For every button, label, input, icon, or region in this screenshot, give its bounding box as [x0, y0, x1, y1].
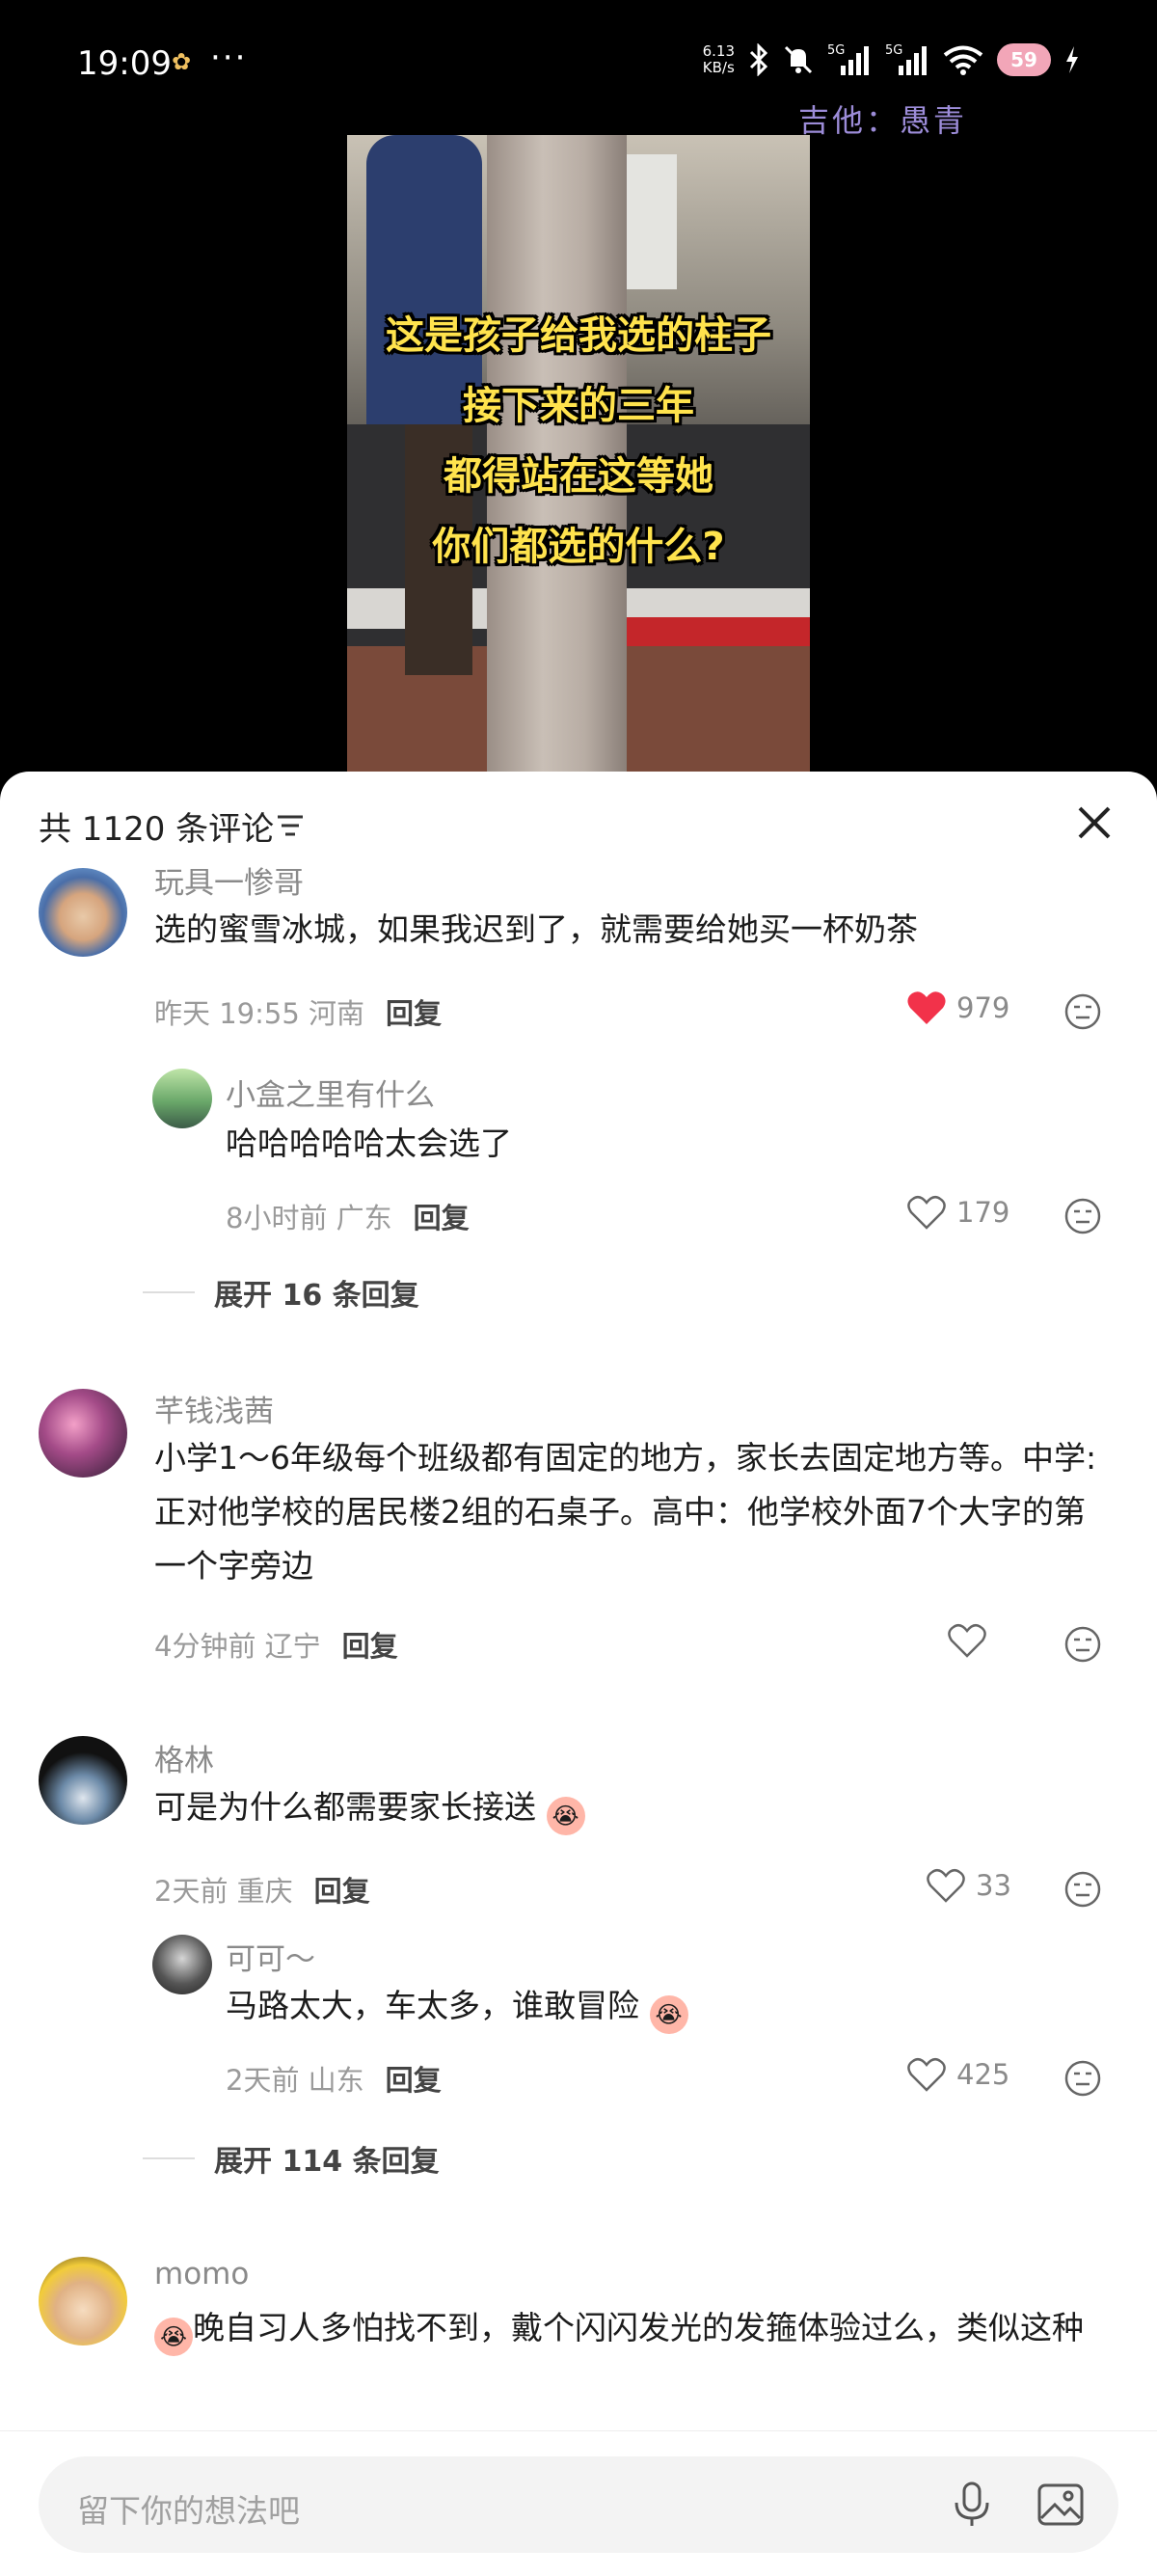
avatar[interactable]	[39, 1736, 127, 1825]
comment-username[interactable]: 芊钱浅茜	[154, 1387, 274, 1430]
reply-time-location: 8小时前 广东	[226, 1202, 392, 1234]
comment-text: 小学1～6年级每个班级都有固定的地方，家长去固定地方等。中学: 正对他学校的居民…	[154, 1439, 1097, 1585]
like-count: 425	[956, 2058, 1010, 2091]
comment-input-bar: 留下你的想法吧	[0, 2430, 1157, 2576]
avatar[interactable]	[39, 868, 127, 957]
heart-filled-icon	[907, 991, 946, 1024]
reply-meta: 8小时前 广东 回复	[226, 1196, 470, 1236]
comment-text: 选的蜜雪冰城，如果我迟到了，就需要给她买一杯奶茶	[154, 910, 918, 948]
expand-replies-label: 展开 16 条回复	[214, 1279, 419, 1313]
status-right: 6.13 KB/s 5G 5G 59	[703, 39, 1080, 81]
close-icon[interactable]	[1072, 800, 1117, 845]
video-caption-line: 这是孩子给我选的柱子	[386, 313, 771, 358]
heart-outline-icon	[907, 2057, 946, 2092]
reply-text-content: 马路太大，车太多，谁敢冒险	[226, 1987, 639, 2024]
expand-replies-label: 展开 114 条回复	[214, 2145, 440, 2179]
video-scene-person-2	[619, 154, 677, 289]
reply-text: 哈哈哈哈哈太会选了	[226, 1125, 512, 1162]
svg-text:5G: 5G	[885, 43, 902, 58]
dislike-icon[interactable]	[1064, 993, 1101, 1030]
video-scene-red-rail	[627, 617, 810, 646]
avatar[interactable]	[152, 1069, 212, 1128]
comment-input[interactable]: 留下你的想法吧	[39, 2456, 1118, 2553]
video-watermark: 吉他：愚青	[798, 102, 968, 139]
comment-username[interactable]: 玩具一惨哥	[154, 858, 304, 902]
like-button[interactable]: 425	[906, 2056, 1009, 2093]
comment-sheet: 共 1120 条评论 玩具一惨哥 选的蜜雪冰城，如果我迟到了，就需要给她买一杯奶…	[0, 772, 1157, 2575]
comment-username[interactable]: 格林	[154, 1736, 214, 1779]
like-button[interactable]	[947, 1622, 987, 1659]
more-notifications-icon: ···	[210, 39, 248, 77]
crying-emoji-icon: 😭	[546, 1797, 585, 1835]
reply-username[interactable]: 可可～	[226, 1935, 315, 1978]
reply-meta: 2天前 山东 回复	[226, 2058, 442, 2099]
avatar[interactable]	[152, 1935, 212, 1994]
comment-input-placeholder: 留下你的想法吧	[77, 2492, 300, 2530]
comment-time-location: 2天前 重庆	[154, 1875, 293, 1908]
mute-icon	[784, 45, 813, 74]
reply-button[interactable]: 回复	[342, 1630, 398, 1663]
dislike-icon[interactable]	[1064, 1198, 1101, 1234]
image-icon[interactable]	[1036, 2480, 1086, 2530]
wifi-icon	[943, 45, 983, 75]
comment-meta: 2天前 重庆 回复	[154, 1869, 370, 1910]
status-bar: 19:09 ✿ ··· 6.13 KB/s 5G 5G 59 吉他：愚青	[0, 0, 1157, 139]
reply-button[interactable]: 回复	[386, 2064, 442, 2097]
comment-time-location: 4分钟前 辽宁	[154, 1630, 321, 1663]
video-caption-line: 接下来的三年	[463, 384, 694, 428]
network-speed: 6.13 KB/s	[702, 42, 735, 76]
charging-icon	[1066, 46, 1078, 73]
video-player[interactable]: 这是孩子给我选的柱子 接下来的三年 都得站在这等她 你们都选的什么?	[347, 135, 810, 772]
signal-5g-icon: 5G	[827, 43, 869, 75]
heart-outline-icon	[907, 1195, 946, 1230]
dislike-icon[interactable]	[1064, 1626, 1101, 1663]
like-count: 33	[976, 1869, 1011, 1902]
comment-text-content: 晚自习人多怕找不到，戴个闪闪发光的发箍体验过么，类似这种	[193, 2309, 1084, 2346]
comment-username[interactable]: momo	[154, 2257, 249, 2291]
comment-meta: 昨天 19:55 河南 回复	[154, 991, 442, 1032]
reply-text: 马路太大，车太多，谁敢冒险 😭	[226, 1979, 1093, 2034]
svg-text:5G: 5G	[827, 43, 845, 58]
dislike-icon[interactable]	[1064, 1871, 1101, 1908]
heart-outline-icon	[927, 1868, 965, 1903]
like-button[interactable]: 979	[906, 990, 1009, 1026]
like-button[interactable]: 33	[926, 1867, 1011, 1904]
like-button[interactable]: 179	[906, 1194, 1009, 1231]
comment-meta: 4分钟前 辽宁 回复	[154, 1624, 398, 1665]
status-time: 19:09	[77, 44, 172, 83]
reply-username[interactable]: 小盒之里有什么	[226, 1071, 435, 1114]
reply-button[interactable]: 回复	[314, 1875, 370, 1908]
avatar[interactable]	[39, 1389, 127, 1478]
expand-divider	[143, 2157, 195, 2159]
comment-time-location: 昨天 19:55 河南	[154, 997, 365, 1030]
battery-indicator: 59	[997, 43, 1051, 76]
crying-emoji-icon: 😭	[649, 1995, 688, 2034]
reply-button[interactable]: 回复	[414, 1202, 470, 1234]
expand-replies-button[interactable]: 展开 114 条回复	[143, 2137, 440, 2180]
video-caption-line: 都得站在这等她	[444, 454, 713, 499]
comment-text: 😭 晚自习人多怕找不到，戴个闪闪发光的发箍体验过么，类似这种	[154, 2301, 1109, 2356]
like-count: 979	[956, 991, 1010, 1024]
video-caption-line: 你们都选的什么?	[432, 525, 725, 569]
dislike-icon[interactable]	[1064, 2060, 1101, 2097]
reply-time-location: 2天前 山东	[226, 2064, 364, 2097]
signal-5g-icon-2: 5G	[885, 43, 927, 75]
heart-outline-icon	[948, 1623, 986, 1658]
avatar[interactable]	[39, 2257, 127, 2346]
notification-icon: ✿	[172, 48, 192, 75]
comment-count: 共 1120 条评论	[39, 810, 275, 849]
reply-button[interactable]: 回复	[386, 997, 442, 1030]
comment-text-content: 可是为什么都需要家长接送	[154, 1788, 536, 1826]
expand-divider	[143, 1291, 195, 1293]
crying-emoji-icon: 😭	[154, 2318, 193, 2356]
sort-filter-icon[interactable]	[276, 814, 305, 837]
expand-replies-button[interactable]: 展开 16 条回复	[143, 1271, 419, 1314]
comment-text: 可是为什么都需要家长接送 😭	[154, 1780, 1118, 1835]
like-count: 179	[956, 1196, 1010, 1229]
bluetooth-icon	[749, 43, 768, 76]
microphone-icon[interactable]	[951, 2480, 993, 2530]
